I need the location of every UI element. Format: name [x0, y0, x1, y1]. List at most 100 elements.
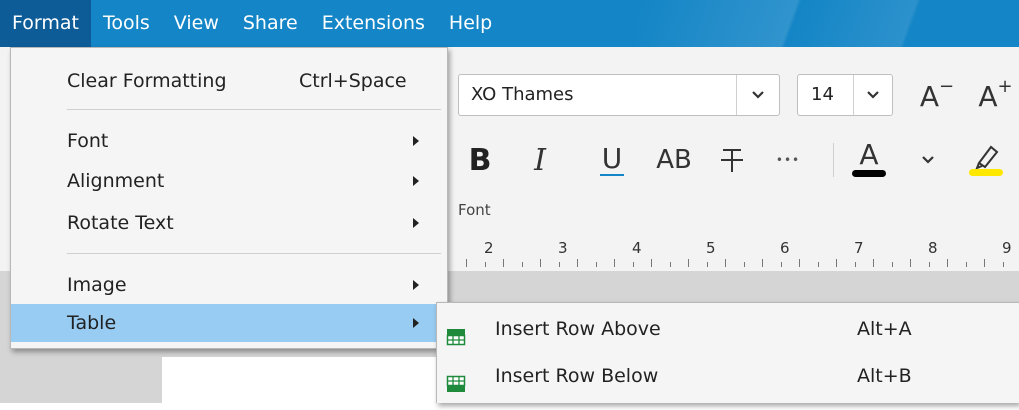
- grow-font-label: A: [978, 79, 998, 113]
- highlight-button[interactable]: [964, 135, 1008, 181]
- allcaps-label: AB: [656, 145, 692, 175]
- menu-item-clear-formatting[interactable]: Clear Formatting Ctrl+Space: [11, 63, 447, 99]
- more-formatting-button[interactable]: •••: [768, 137, 808, 183]
- ruler-number: 6: [780, 239, 790, 257]
- allcaps-button[interactable]: AB: [648, 137, 700, 183]
- ruler-number: 2: [484, 239, 494, 257]
- more-label: •••: [775, 153, 801, 167]
- menubar: Format Tools View Share Extensions Help: [0, 0, 1019, 47]
- bold-label: B: [468, 142, 492, 178]
- ruler-tick: [632, 262, 634, 267]
- ruler-tick: [799, 259, 800, 267]
- submenu-arrow-icon: [411, 205, 421, 253]
- ruler-tick: [743, 262, 745, 267]
- clear-formatting-label: Clear Formatting: [67, 70, 227, 92]
- ruler-number: 7: [854, 239, 864, 257]
- table-submenu: Insert Row Above Alt+A Insert Row Below …: [436, 302, 1019, 403]
- ruler-tick: [558, 262, 560, 267]
- ruler-tick: [521, 262, 523, 267]
- ruler-number: 3: [558, 239, 568, 257]
- ruler-tick: [947, 259, 948, 267]
- ruler-tick: [688, 259, 689, 267]
- ruler-tick: [669, 262, 671, 267]
- submenu-arrow-icon: [411, 163, 421, 211]
- insert-row-below-shortcut: Alt+B: [857, 365, 912, 387]
- menu-item-alignment[interactable]: Alignment: [11, 163, 447, 199]
- ruler-tick: [577, 259, 578, 267]
- table-label: Table: [67, 312, 117, 334]
- format-menu: Clear Formatting Ctrl+Space Font Alignme…: [10, 47, 448, 349]
- menu-format[interactable]: Format: [0, 0, 91, 47]
- submenu-arrow-icon: [411, 304, 421, 355]
- font-size-value: 14: [811, 84, 834, 105]
- ruler-tick: [854, 262, 856, 267]
- chevron-down-icon[interactable]: [736, 75, 779, 115]
- ruler-tick: [651, 259, 652, 267]
- font-color-swatch: [852, 169, 886, 177]
- italic-button[interactable]: I: [520, 137, 560, 183]
- menu-item-insert-row-above[interactable]: Insert Row Above Alt+A: [437, 307, 1019, 351]
- insert-row-above-shortcut: Alt+A: [857, 318, 912, 340]
- italic-label: I: [534, 142, 546, 178]
- ruler-tick: [762, 259, 763, 267]
- insert-row-below-icon: [445, 366, 467, 410]
- menu-item-image[interactable]: Image: [11, 267, 447, 303]
- grow-font-button[interactable]: A +: [972, 76, 1019, 116]
- ruler-tick: [928, 262, 930, 267]
- chevron-down-icon[interactable]: [853, 75, 892, 115]
- ruler-tick: [503, 259, 504, 267]
- ruler-tick: [706, 262, 708, 267]
- strikethrough-button[interactable]: [712, 137, 752, 183]
- ruler-tick: [1002, 262, 1004, 267]
- ruler-tick: [836, 259, 837, 267]
- ruler-tick: [484, 262, 486, 267]
- insert-row-below-label: Insert Row Below: [495, 365, 659, 387]
- image-label: Image: [67, 274, 127, 296]
- font-name-combo[interactable]: XO Thames: [458, 74, 780, 116]
- ruler-tick: [614, 259, 615, 267]
- ruler-number: 9: [1002, 239, 1012, 257]
- underline-label: U: [601, 142, 623, 175]
- ribbon-divider: [833, 143, 834, 177]
- menu-separator: [67, 109, 441, 110]
- highlight-swatch: [969, 168, 1003, 176]
- menu-item-table[interactable]: Table: [11, 304, 447, 342]
- strikethrough-icon: [721, 149, 743, 172]
- menu-item-font[interactable]: Font: [11, 123, 447, 159]
- font-size-combo[interactable]: 14: [797, 74, 893, 116]
- shrink-font-button[interactable]: A −: [912, 76, 962, 116]
- menu-extensions[interactable]: Extensions: [310, 0, 437, 47]
- ruler-tick: [466, 259, 467, 267]
- font-color-button[interactable]: A: [846, 135, 892, 181]
- ruler-tick: [540, 259, 541, 267]
- clear-formatting-shortcut: Ctrl+Space: [299, 70, 407, 92]
- ruler-tick: [873, 259, 874, 267]
- ribbon-group-label: Font: [458, 201, 491, 219]
- rotate-text-label: Rotate Text: [67, 212, 174, 234]
- menu-item-rotate-text[interactable]: Rotate Text: [11, 205, 447, 241]
- menu-view[interactable]: View: [162, 0, 231, 47]
- chevron-down-icon[interactable]: [918, 150, 938, 170]
- menu-tools[interactable]: Tools: [91, 0, 162, 47]
- menu-help[interactable]: Help: [437, 0, 504, 47]
- underline-button[interactable]: U: [592, 137, 632, 183]
- bold-button[interactable]: B: [460, 137, 500, 183]
- menubar-decoration: [639, 0, 1019, 47]
- menu-item-insert-row-below[interactable]: Insert Row Below Alt+B: [437, 354, 1019, 398]
- font-name-value: XO Thames: [471, 84, 574, 105]
- ruler-tick: [965, 262, 967, 267]
- insert-row-above-label: Insert Row Above: [495, 318, 661, 340]
- ruler-tick: [910, 259, 911, 267]
- font-color-label: A: [859, 137, 879, 171]
- ruler-tick: [780, 262, 782, 267]
- ruler-tick: [595, 262, 597, 267]
- ruler-number: 8: [928, 239, 938, 257]
- menu-separator: [67, 253, 441, 254]
- ruler-tick: [817, 262, 819, 267]
- ruler-tick: [984, 259, 985, 267]
- font-label: Font: [67, 130, 109, 152]
- ruler-tick: [725, 259, 726, 267]
- menu-share[interactable]: Share: [231, 0, 310, 47]
- grow-font-sup: +: [997, 76, 1013, 97]
- ruler-number: 5: [706, 239, 716, 257]
